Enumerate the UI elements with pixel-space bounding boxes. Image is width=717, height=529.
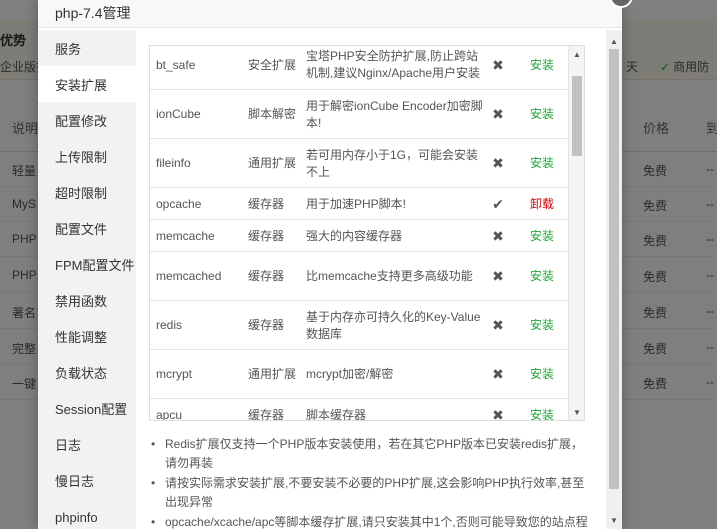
extension-desc: 脚本缓存器	[306, 407, 367, 421]
modal-scrollbar[interactable]: ▲ ▼	[606, 30, 622, 529]
cross-icon: ✖	[492, 56, 504, 73]
scroll-thumb[interactable]	[609, 49, 619, 489]
extension-type: 缓存器	[248, 318, 285, 332]
install-button[interactable]: 安装	[522, 399, 562, 421]
sidebar-item[interactable]: 配置修改	[38, 102, 136, 138]
note-item: Redis扩展仅支持一个PHP版本安装使用，若在其它PHP版本已安装redis扩…	[149, 435, 589, 473]
table-scrollbar[interactable]: ▲ ▼	[568, 46, 584, 420]
extension-desc: 宝塔PHP安全防护扩展,防止跨站机制,建议Nginx/Apache用户安装	[306, 49, 481, 80]
extension-type: 缓存器	[248, 228, 285, 243]
install-button[interactable]: 安装	[522, 220, 562, 252]
notes-list: Redis扩展仅支持一个PHP版本安装使用，若在其它PHP版本已安装redis扩…	[149, 435, 589, 529]
extension-type: 缓存器	[248, 196, 285, 211]
cross-icon: ✖	[492, 106, 504, 122]
check-icon: ✔	[492, 195, 504, 212]
extension-name: fileinfo	[156, 156, 191, 170]
note-item: opcache/xcache/apc等脚本缓存扩展,请只安装其中1个,否则可能导…	[149, 513, 589, 529]
cross-icon: ✖	[492, 406, 504, 421]
extension-type: 通用扩展	[248, 367, 297, 381]
sidebar-item[interactable]: phpinfo	[38, 498, 136, 529]
extension-desc: 强大的内容缓存器	[306, 228, 403, 243]
extension-type: 缓存器	[248, 407, 285, 421]
scroll-up-icon[interactable]: ▲	[610, 37, 618, 46]
extension-name: bt_safe	[156, 57, 196, 72]
sidebar-item[interactable]: 慢日志	[38, 462, 136, 498]
extension-row: apcu 缓存器 脚本缓存器 ✖ 安装	[150, 399, 568, 421]
scroll-down-icon[interactable]: ▼	[610, 516, 618, 525]
extension-row: opcache 缓存器 用于加速PHP脚本! ✔ 卸载	[150, 188, 568, 220]
extension-name: opcache	[156, 196, 202, 211]
sidebar-item[interactable]: 配置文件	[38, 210, 136, 246]
install-button[interactable]: 安装	[522, 90, 562, 139]
extension-row: memcached 缓存器 比memcache支持更多高级功能 ✖ 安装	[150, 252, 568, 301]
modal-title: php-7.4管理	[38, 0, 622, 28]
extension-desc: 基于内存亦可持久化的Key-Value数据库	[306, 309, 481, 341]
note-item: 请按实际需求安装扩展,不要安装不必要的PHP扩展,这会影响PHP执行效率,甚至出…	[149, 474, 589, 512]
extension-name: memcache	[156, 228, 215, 243]
extension-name: memcached	[156, 269, 222, 283]
sidebar: 服务 安装扩展 配置修改 上传限制 超时限制 配置文件 FPM配置文件 禁用函数 性能调整 负载状…	[38, 30, 136, 529]
sidebar-item[interactable]: 性能调整	[38, 318, 136, 354]
cross-icon: ✖	[492, 317, 504, 333]
sidebar-item[interactable]: Session配置	[38, 390, 136, 426]
extension-name: apcu	[156, 407, 183, 421]
content-panel: bt_safe 安全扩展 宝塔PHP安全防护扩展,防止跨站机制,建议Nginx/Ap…	[136, 30, 622, 529]
extensions-table: bt_safe 安全扩展 宝塔PHP安全防护扩展,防止跨站机制,建议Nginx/Ap…	[149, 45, 585, 421]
install-button[interactable]: 安装	[522, 301, 562, 350]
extension-row: ionCube 脚本解密 用于解密ionCube Encoder加密脚本! ✖ 安装	[150, 90, 568, 139]
sidebar-item[interactable]: 服务	[38, 30, 136, 66]
extension-desc: mcrypt加密/解密	[306, 367, 394, 381]
extension-row: memcache 缓存器 强大的内容缓存器 ✖ 安装	[150, 220, 568, 252]
extension-row: bt_safe 安全扩展 宝塔PHP安全防护扩展,防止跨站机制,建议Nginx/Ap…	[150, 46, 568, 90]
install-button[interactable]: 安装	[522, 252, 562, 301]
php-manage-modal: php-7.4管理 服务 安装扩展 配置修改 上传限制 超时限制 配置文件 FPM配置文件禁…	[38, 0, 622, 529]
extension-desc: 比memcache支持更多高级功能	[306, 269, 473, 283]
install-button[interactable]: 安装	[522, 350, 562, 399]
extension-type: 缓存器	[248, 269, 285, 283]
extension-desc: 用于解密ionCube Encoder加密脚本!	[306, 98, 483, 130]
sidebar-item[interactable]: 安装扩展	[38, 66, 136, 102]
install-button[interactable]: 安装	[522, 139, 562, 188]
sidebar-item[interactable]: 日志	[38, 426, 136, 462]
scroll-up-icon[interactable]: ▲	[573, 50, 581, 59]
cross-icon: ✖	[492, 268, 504, 284]
sidebar-item[interactable]: 超时限制	[38, 174, 136, 210]
extension-desc: 若可用内存小于1G，可能会安装不上	[306, 147, 479, 179]
uninstall-button[interactable]: 卸载	[522, 188, 562, 220]
extension-type: 脚本解密	[248, 107, 297, 121]
scroll-thumb[interactable]	[572, 76, 582, 156]
cross-icon: ✖	[492, 366, 504, 382]
sidebar-item[interactable]: 禁用函数	[38, 282, 136, 318]
extension-desc: 用于加速PHP脚本!	[306, 196, 407, 211]
extension-row: redis 缓存器 基于内存亦可持久化的Key-Value数据库 ✖ 安装	[150, 301, 568, 350]
scroll-down-icon[interactable]: ▼	[573, 408, 581, 417]
cross-icon: ✖	[492, 155, 504, 171]
extension-type: 安全扩展	[248, 57, 297, 72]
cross-icon: ✖	[492, 227, 504, 244]
extension-type: 通用扩展	[248, 156, 297, 170]
sidebar-item[interactable]: 上传限制	[38, 138, 136, 174]
install-button[interactable]: 安装	[522, 46, 562, 90]
extension-name: mcrypt	[156, 367, 192, 381]
extension-row: fileinfo 通用扩展 若可用内存小于1G，可能会安装不上 ✖ 安装	[150, 139, 568, 188]
extension-name: ionCube	[156, 107, 201, 121]
extension-name: redis	[156, 318, 183, 332]
extension-row: mcrypt 通用扩展 mcrypt加密/解密 ✖ 安装	[150, 350, 568, 399]
sidebar-item[interactable]: FPM配置文件	[38, 246, 136, 282]
sidebar-item[interactable]: 负载状态	[38, 354, 136, 390]
